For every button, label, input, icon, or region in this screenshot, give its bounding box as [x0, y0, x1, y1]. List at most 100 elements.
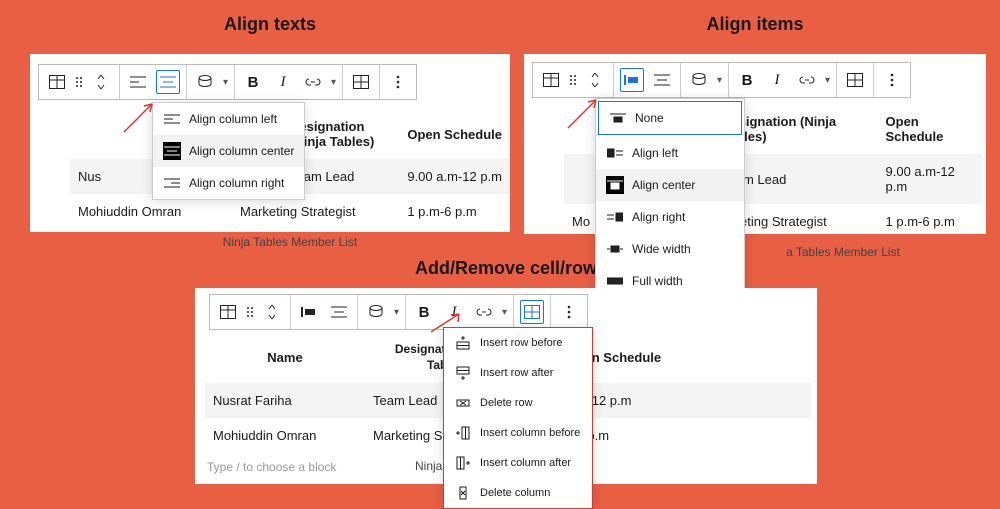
chevron-down-icon[interactable]: ▾ — [331, 77, 336, 88]
dd-align-right[interactable]: Align right — [596, 201, 744, 233]
chevron-down-icon[interactable]: ▾ — [717, 75, 722, 86]
block-toolbar: ▾ B I ▾ — [209, 294, 588, 330]
chevron-down-icon[interactable]: ▾ — [502, 307, 507, 318]
cell-schedule[interactable]: 9.00 a.m-12 p.m — [878, 154, 982, 204]
table-caption: Ninja Tables Member List — [70, 229, 510, 255]
cell-name[interactable]: Nusrat Fariha — [205, 383, 365, 418]
table-icon[interactable] — [539, 68, 563, 92]
col-header-name: Name — [205, 332, 365, 383]
block-placeholder[interactable]: Type / to choose a block — [203, 454, 340, 480]
dd-align-none[interactable]: None — [598, 101, 742, 135]
bold-button[interactable]: B — [412, 300, 436, 324]
dd-insert-column-before[interactable]: Insert column before — [444, 418, 592, 448]
dd-align-center[interactable]: Align center — [596, 169, 744, 201]
item-align-icon[interactable] — [297, 300, 321, 324]
reorder-icon[interactable] — [75, 75, 83, 89]
more-icon[interactable] — [386, 70, 410, 94]
dd-insert-column-after[interactable]: Insert column after — [444, 448, 592, 478]
move-vert-icon[interactable] — [583, 68, 607, 92]
insert-row-before-icon — [454, 334, 472, 352]
col-header-schedule: Open Schedule — [399, 109, 510, 159]
cell-name[interactable]: Mohiuddin Omran — [205, 418, 365, 453]
dd-label: Align column left — [189, 112, 277, 126]
more-icon[interactable] — [880, 68, 904, 92]
delete-row-icon — [454, 394, 472, 412]
dd-insert-row-before[interactable]: Insert row before — [444, 328, 592, 358]
italic-button[interactable]: I — [442, 300, 466, 324]
dd-align-column-center[interactable]: Align column center — [153, 135, 304, 167]
align-right-icon — [163, 174, 181, 192]
align-none-icon — [609, 109, 627, 127]
col-header-schedule: Open Schedule — [878, 104, 982, 154]
dd-label: Insert column before — [480, 427, 580, 439]
item-align-dropdown-button[interactable] — [620, 68, 644, 92]
chevron-down-icon[interactable]: ▾ — [825, 75, 830, 86]
dd-label: Insert column after — [480, 457, 571, 469]
dd-label: Full width — [632, 274, 683, 288]
link-button[interactable] — [795, 68, 819, 92]
italic-button[interactable]: I — [765, 68, 789, 92]
column-style-icon[interactable] — [687, 68, 711, 92]
align-center-icon — [163, 142, 181, 160]
table-ops-dropdown-button[interactable] — [520, 300, 544, 324]
item-align-dropdown: None Align left Align center Align right… — [595, 98, 745, 298]
insert-column-after-icon — [454, 454, 472, 472]
cell-schedule[interactable]: 1 p.m-6 p.m — [878, 204, 982, 239]
panel-align-items: ▾ B I ▾ Designation (Ninja Tables) Open … — [524, 54, 986, 234]
insert-column-before-icon — [454, 424, 472, 442]
reorder-icon[interactable] — [246, 305, 254, 319]
dd-label: Insert row before — [480, 337, 563, 349]
table-ops-icon[interactable] — [843, 68, 867, 92]
table-icon[interactable] — [216, 300, 240, 324]
cell-schedule[interactable]: m-12 p.m — [569, 383, 811, 418]
dd-align-column-right[interactable]: Align column right — [153, 167, 304, 199]
link-button[interactable] — [301, 70, 325, 94]
column-style-icon[interactable] — [364, 300, 388, 324]
cell-schedule[interactable]: 9.00 a.m-12 p.m — [399, 159, 510, 194]
dd-label: Align center — [632, 178, 695, 192]
align-right-icon — [606, 208, 624, 226]
reorder-icon[interactable] — [569, 73, 577, 87]
panel-align-texts: ▾ B I ▾ Designation (Ninja Tables) — [30, 54, 510, 232]
move-vert-icon[interactable] — [89, 70, 113, 94]
link-button[interactable] — [472, 300, 496, 324]
dd-delete-row[interactable]: Delete row — [444, 388, 592, 418]
move-vert-icon[interactable] — [260, 300, 284, 324]
dd-delete-column[interactable]: Delete column — [444, 478, 592, 508]
panel-add-remove: ▾ B I ▾ Name Designation (Ninja Tables) … — [195, 288, 817, 484]
table-ops-icon[interactable] — [349, 70, 373, 94]
column-style-icon[interactable] — [193, 70, 217, 94]
align-text-dropdown-button[interactable] — [156, 70, 180, 94]
wide-width-icon — [606, 240, 624, 258]
section-title-align-texts: Align texts — [30, 14, 510, 35]
align-text-icon[interactable] — [650, 68, 674, 92]
cell-schedule[interactable]: 1 p.m-6 p.m — [399, 194, 510, 229]
insert-row-after-icon — [454, 364, 472, 382]
italic-button[interactable]: I — [271, 70, 295, 94]
table-ops-dropdown: Insert row before Insert row after Delet… — [443, 327, 593, 509]
dd-label: None — [635, 111, 664, 125]
block-toolbar: ▾ B I ▾ — [532, 62, 911, 98]
dd-insert-row-after[interactable]: Insert row after — [444, 358, 592, 388]
chevron-down-icon[interactable]: ▾ — [394, 307, 399, 318]
align-left-icon — [606, 144, 624, 162]
align-center-icon — [606, 176, 624, 194]
more-icon[interactable] — [557, 300, 581, 324]
dd-label: Insert row after — [480, 367, 553, 379]
bold-button[interactable]: B — [735, 68, 759, 92]
chevron-down-icon[interactable]: ▾ — [223, 77, 228, 88]
dd-label: Delete row — [480, 397, 533, 409]
dd-wide-width[interactable]: Wide width — [596, 233, 744, 265]
bold-button[interactable]: B — [241, 70, 265, 94]
delete-column-icon — [454, 484, 472, 502]
cell-schedule[interactable]: 6 p.m — [569, 418, 811, 453]
align-text-icon[interactable] — [327, 300, 351, 324]
dd-label: Align right — [632, 210, 685, 224]
dd-label: Align column right — [189, 176, 284, 190]
table-icon[interactable] — [45, 70, 69, 94]
dd-label: Delete column — [480, 487, 550, 499]
align-text-left-icon[interactable] — [126, 70, 150, 94]
dd-align-left[interactable]: Align left — [596, 137, 744, 169]
dd-align-column-left[interactable]: Align column left — [153, 103, 304, 135]
block-toolbar: ▾ B I ▾ — [38, 64, 417, 100]
